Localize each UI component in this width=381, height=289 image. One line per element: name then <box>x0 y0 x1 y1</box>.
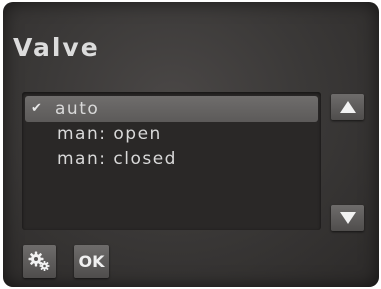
settings-button[interactable] <box>23 245 56 278</box>
screen-title: Valve <box>13 33 100 62</box>
ok-button[interactable]: OK <box>74 245 109 278</box>
option-list: ✔ auto man: open man: closed <box>22 92 321 230</box>
gears-icon <box>28 251 50 271</box>
triangle-down-icon <box>340 212 356 224</box>
scroll-down-button[interactable] <box>331 205 364 231</box>
scroll-up-button[interactable] <box>331 94 364 120</box>
option-label: auto <box>55 99 100 119</box>
checkmark-icon: ✔ <box>31 101 44 116</box>
option-item-man-closed[interactable]: man: closed <box>25 146 318 172</box>
option-item-auto[interactable]: ✔ auto <box>25 96 318 122</box>
option-label: man: closed <box>57 149 177 169</box>
device-screen: Valve ✔ auto man: open man: closed OK <box>3 2 379 287</box>
triangle-up-icon <box>340 101 356 113</box>
option-item-man-open[interactable]: man: open <box>25 121 318 147</box>
option-label: man: open <box>57 124 162 144</box>
